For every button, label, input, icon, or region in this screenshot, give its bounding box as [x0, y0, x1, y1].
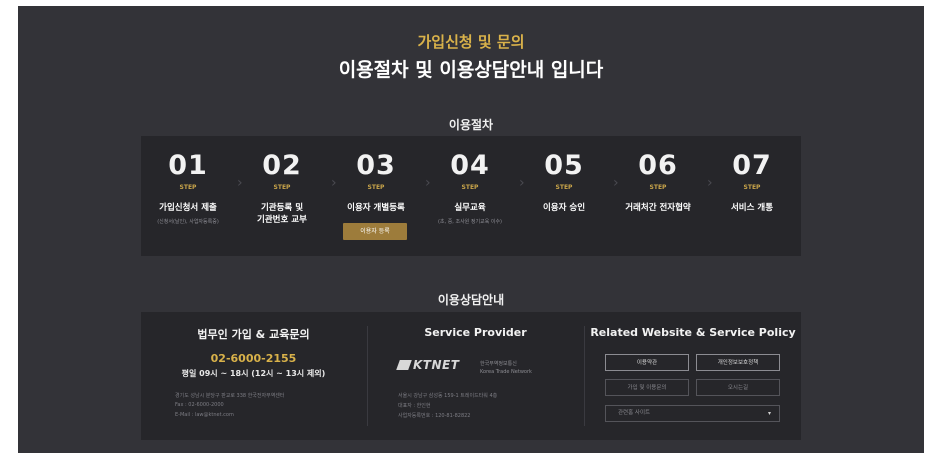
provider-ceo: 대표자 : 한인현 [398, 403, 431, 409]
provider-org-ko: 한국무역정보통신 [480, 361, 517, 367]
related-column: Related Website & Service Policy 이용약관 개인… [585, 312, 801, 440]
contact-hours: 평일 09시 ~ 18시 (12시 ~ 13시 제외) [181, 369, 326, 378]
step-number: 05 [544, 150, 584, 181]
privacy-policy-button[interactable]: 개인정보보호정책 [696, 354, 780, 371]
step-tag: STEP [461, 184, 479, 191]
step-tag: STEP [273, 184, 291, 191]
contact-fax: Fax : 02-6000-2000 [175, 402, 224, 408]
consult-panel: 법무인 가입 & 교육문의 02-6000-2155 평일 09시 ~ 18시 … [141, 312, 801, 440]
step-tag: STEP [555, 184, 573, 191]
step-sub: (초, 중, 조사원 정기교육 이수) [437, 219, 503, 225]
step-2: 02 STEP 기관등록 및 기관번호 교부 [235, 136, 329, 256]
main-frame: 가입신청 및 문의 이용절차 및 이용상담안내 입니다 이용절차 01 STEP… [18, 6, 924, 453]
provider-column: Service Provider KTNET 한국무역정보통신 Korea Tr… [368, 312, 583, 440]
join-inquiry-button[interactable]: 가입 및 이용문의 [605, 379, 689, 396]
provider-address: 서울시 강남구 삼성동 159-1 트레이드타워 4층 [398, 393, 498, 399]
provider-bizno: 사업자등록번호 : 120-81-82822 [398, 413, 471, 419]
chevron-down-icon: ▾ [767, 410, 771, 417]
step-6: 06 STEP 거래처간 전자협약 [611, 136, 705, 256]
step-5: 05 STEP 이용자 승인 [517, 136, 611, 256]
step-tag: STEP [649, 184, 667, 191]
step-label: 거래처간 전자협약 [625, 203, 691, 213]
contact-title: 법무인 가입 & 교육문의 [197, 328, 310, 341]
section-eyebrow: 가입신청 및 문의 [417, 33, 525, 51]
step-label: 실무교육 [454, 203, 486, 213]
step-1: 01 STEP 가입신청서 제출 (신청서(날인), 사업자등록증) [141, 136, 235, 256]
step-4: 04 STEP 실무교육 (초, 중, 조사원 정기교육 이수) [423, 136, 517, 256]
contact-email: E-Mail : law@ktnet.com [175, 412, 234, 418]
step-number: 06 [638, 150, 678, 181]
provider-org-en: Korea Trade Network [480, 369, 532, 375]
contact-phone: 02-6000-2155 [210, 352, 297, 365]
step-label: 서비스 개통 [730, 203, 774, 213]
steps-panel: 01 STEP 가입신청서 제출 (신청서(날인), 사업자등록증) › 02 … [141, 136, 801, 256]
step-label: 이용자 개별등록 [347, 203, 405, 213]
consult-title: 이용상담안내 [437, 293, 505, 307]
page-headline: 이용절차 및 이용상담안내 입니다 [338, 59, 604, 81]
step-label: 가입신청서 제출 [159, 203, 217, 213]
step-tag: STEP [743, 184, 761, 191]
ktnet-logo-text: KTNET [413, 358, 460, 372]
related-site-select-value: 관련홈 사이트 [618, 410, 651, 416]
related-site-select[interactable]: 관련홈 사이트 ▾ [605, 405, 780, 422]
step-number: 04 [450, 150, 490, 181]
related-title: Related Website & Service Policy [590, 326, 796, 339]
ktnet-logo-icon [396, 360, 412, 370]
procedure-title: 이용절차 [448, 118, 494, 132]
step-7: 07 STEP 서비스 개통 [705, 136, 799, 256]
step-3: 03 STEP 이용자 개별등록 이용자 등록 [329, 136, 423, 256]
contact-address: 경기도 성남시 분당구 판교로 338 한국전자무역센터 [175, 393, 285, 399]
step-number: 07 [732, 150, 772, 181]
step-label: 이용자 승인 [542, 203, 586, 213]
ktnet-logo: KTNET [396, 358, 460, 376]
step-sub: (신청서(날인), 사업자등록증) [157, 219, 219, 225]
terms-button[interactable]: 이용약관 [605, 354, 689, 371]
step-number: 02 [262, 150, 302, 181]
step-tag: STEP [367, 184, 385, 191]
step-tag: STEP [179, 184, 197, 191]
directions-button[interactable]: 오시는길 [696, 379, 780, 396]
step-number: 03 [356, 150, 396, 181]
register-user-button[interactable]: 이용자 등록 [343, 223, 407, 240]
contact-column: 법무인 가입 & 교육문의 02-6000-2155 평일 09시 ~ 18시 … [141, 312, 366, 440]
provider-title: Service Provider [424, 326, 527, 339]
step-label: 기관등록 및 기관번호 교부 [257, 203, 307, 225]
step-number: 01 [168, 150, 208, 181]
